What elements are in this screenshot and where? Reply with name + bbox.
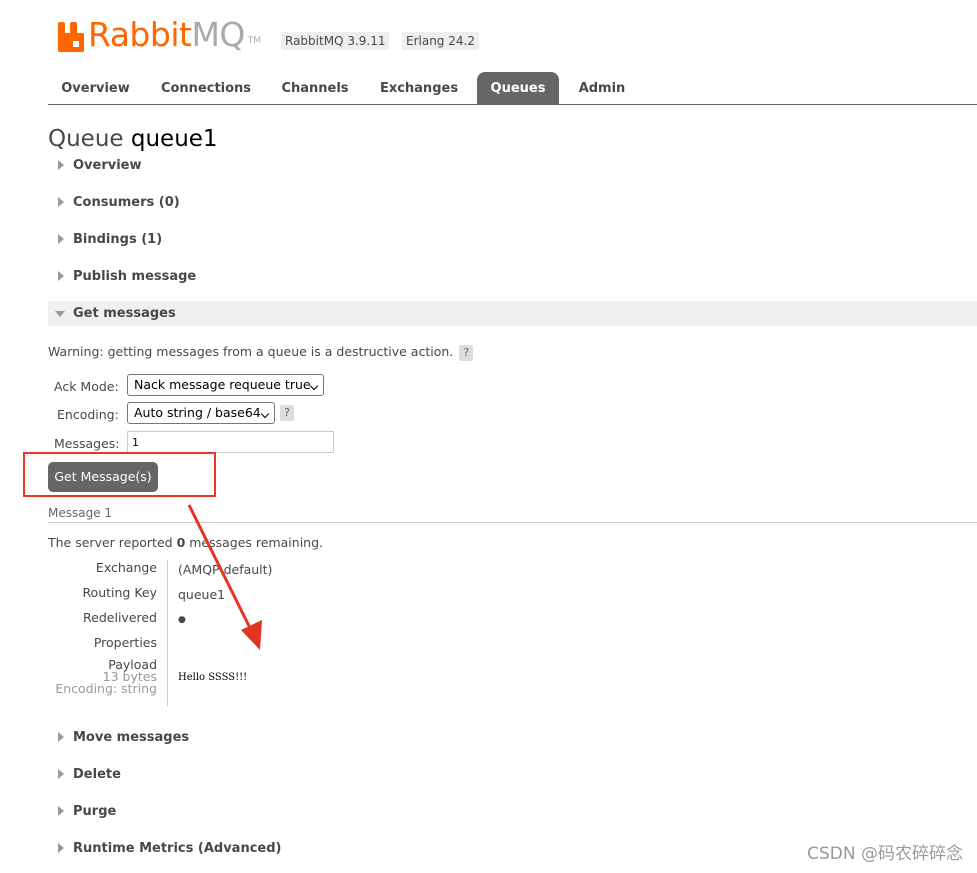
- arrow-shaft: [187, 504, 254, 633]
- section-label: Purge: [73, 804, 117, 819]
- csdn-watermark: CSDN @码农碎碎念: [807, 844, 963, 864]
- section-purge[interactable]: Purge: [48, 799, 977, 824]
- arrow-head: [241, 620, 262, 650]
- section-label: Move messages: [73, 730, 190, 745]
- section-move-messages[interactable]: Move messages: [48, 725, 977, 750]
- section-label: Runtime Metrics (Advanced): [73, 841, 282, 856]
- expand-triangle-icon: [58, 732, 64, 742]
- section-label: Delete: [73, 767, 121, 782]
- expand-triangle-icon: [58, 843, 64, 853]
- expand-triangle-icon: [58, 769, 64, 779]
- section-delete[interactable]: Delete: [48, 762, 977, 787]
- expand-triangle-icon: [58, 806, 64, 816]
